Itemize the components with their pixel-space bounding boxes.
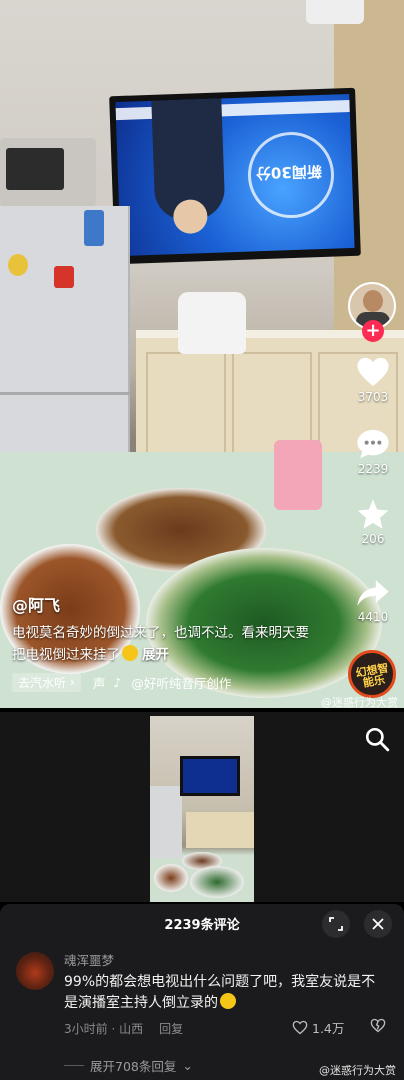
favorite-button[interactable]: 206: [348, 498, 398, 546]
cabinet-door: [146, 352, 226, 468]
comment-body: 99%的都会想电视出什么问题了吧，我室友说是不是演播室主持人倒立录的: [64, 974, 376, 1011]
broken-heart-icon[interactable]: [370, 1018, 386, 1033]
mini-video-player[interactable]: [150, 716, 254, 902]
comment-meta: 3小时前 · 山西 回复: [64, 1020, 183, 1037]
listen-tag-label: 去汽水听: [18, 675, 67, 690]
rice-cooker: [178, 292, 246, 354]
air-conditioner: [306, 0, 364, 24]
mini-dish: [154, 864, 188, 892]
expand-replies-button[interactable]: 展开708条回复 ⌄: [64, 1056, 193, 1075]
music-credit[interactable]: @好听纯音厅创作: [131, 673, 231, 692]
tv-screen: 新闻30分: [115, 93, 355, 257]
television: 新闻30分: [109, 87, 361, 265]
heart-outline-icon: [292, 1020, 308, 1035]
close-button[interactable]: [364, 910, 392, 938]
tv-logo-text: 新闻30分: [255, 161, 323, 183]
microwave-window: [6, 148, 64, 190]
mini-dish: [190, 866, 244, 898]
mini-video-area: [0, 712, 404, 902]
caption-expand-button[interactable]: 展开: [142, 647, 169, 663]
comment-bubble-icon: [357, 429, 389, 459]
music-disc[interactable]: 幻想智能乐: [348, 650, 396, 698]
commenter-avatar[interactable]: [16, 952, 54, 990]
close-icon: [372, 918, 384, 930]
fridge-divider: [0, 392, 130, 395]
weibo-watermark: @迷惑行为大赏: [321, 696, 398, 708]
fridge-sticker: [8, 254, 28, 276]
video-caption: 电视莫名奇妙的倒过来了，也调不过。看来明天要把电视倒过来挂了 展开: [12, 622, 312, 666]
comments-panel: 2239条评论 魂浑噩梦 99%的都会想电视出什么问题了吧，我室友说是不是演播室…: [0, 904, 404, 1080]
comment-time-location: 3小时前 · 山西: [64, 1022, 144, 1036]
avatar-head: [363, 290, 383, 312]
commenter-name[interactable]: 魂浑噩梦: [64, 950, 114, 969]
comment-like-count: 1.4万: [312, 1021, 345, 1036]
music-prefix: 声: [92, 675, 106, 691]
like-button[interactable]: 3703: [348, 356, 398, 404]
chevron-down-icon: ⌄: [182, 1058, 193, 1073]
weibo-watermark: @迷惑行为大赏: [319, 1064, 396, 1077]
music-disc-text: 幻想智能乐: [354, 661, 390, 690]
mini-tv: [180, 756, 240, 796]
mini-counter: [186, 812, 254, 848]
like-count: 3703: [357, 390, 389, 404]
search-icon[interactable]: [364, 726, 390, 752]
comment-text: 99%的都会想电视出什么问题了吧，我室友说是不是演播室主持人倒立录的: [64, 972, 388, 1014]
share-count: 4410: [357, 610, 389, 624]
microwave: [0, 138, 96, 206]
chevron-right-icon: ›: [70, 675, 75, 689]
phone-stand: [274, 440, 322, 510]
listen-tag-button[interactable]: 去汽水听 ›: [12, 672, 81, 692]
reply-button[interactable]: 回复: [159, 1020, 183, 1037]
author-name[interactable]: @阿飞: [12, 592, 60, 616]
expand-replies-label: 展开708条回复: [90, 1059, 177, 1074]
mini-fridge: [150, 786, 182, 858]
follow-button[interactable]: +: [362, 320, 384, 342]
fridge-label: [84, 210, 104, 246]
tv-anchor-face: [172, 198, 208, 235]
music-row: 去汽水听 › 声 ♪ @好听纯音厅创作: [12, 672, 231, 692]
star-icon: [357, 499, 389, 529]
laughing-emoji-icon: [220, 993, 236, 1009]
comment-count: 2239: [357, 462, 389, 476]
video-player[interactable]: 新闻30分 + 3703 2239 206 4410 @阿飞 电视莫名奇妙的倒过…: [0, 0, 404, 708]
fridge-sticker: [54, 266, 74, 288]
comment-button[interactable]: 2239: [348, 428, 398, 476]
divider-line: [64, 1065, 84, 1066]
comment-like-button[interactable]: 1.4万: [292, 1018, 344, 1037]
expand-icon: [329, 917, 343, 931]
share-arrow-icon: [357, 580, 389, 606]
music-note-icon: ♪: [113, 674, 122, 690]
heart-icon: [357, 357, 389, 387]
favorite-count: 206: [361, 532, 385, 546]
fullscreen-button[interactable]: [322, 910, 350, 938]
grin-emoji-icon: [122, 645, 138, 661]
share-button[interactable]: 4410: [348, 578, 398, 624]
